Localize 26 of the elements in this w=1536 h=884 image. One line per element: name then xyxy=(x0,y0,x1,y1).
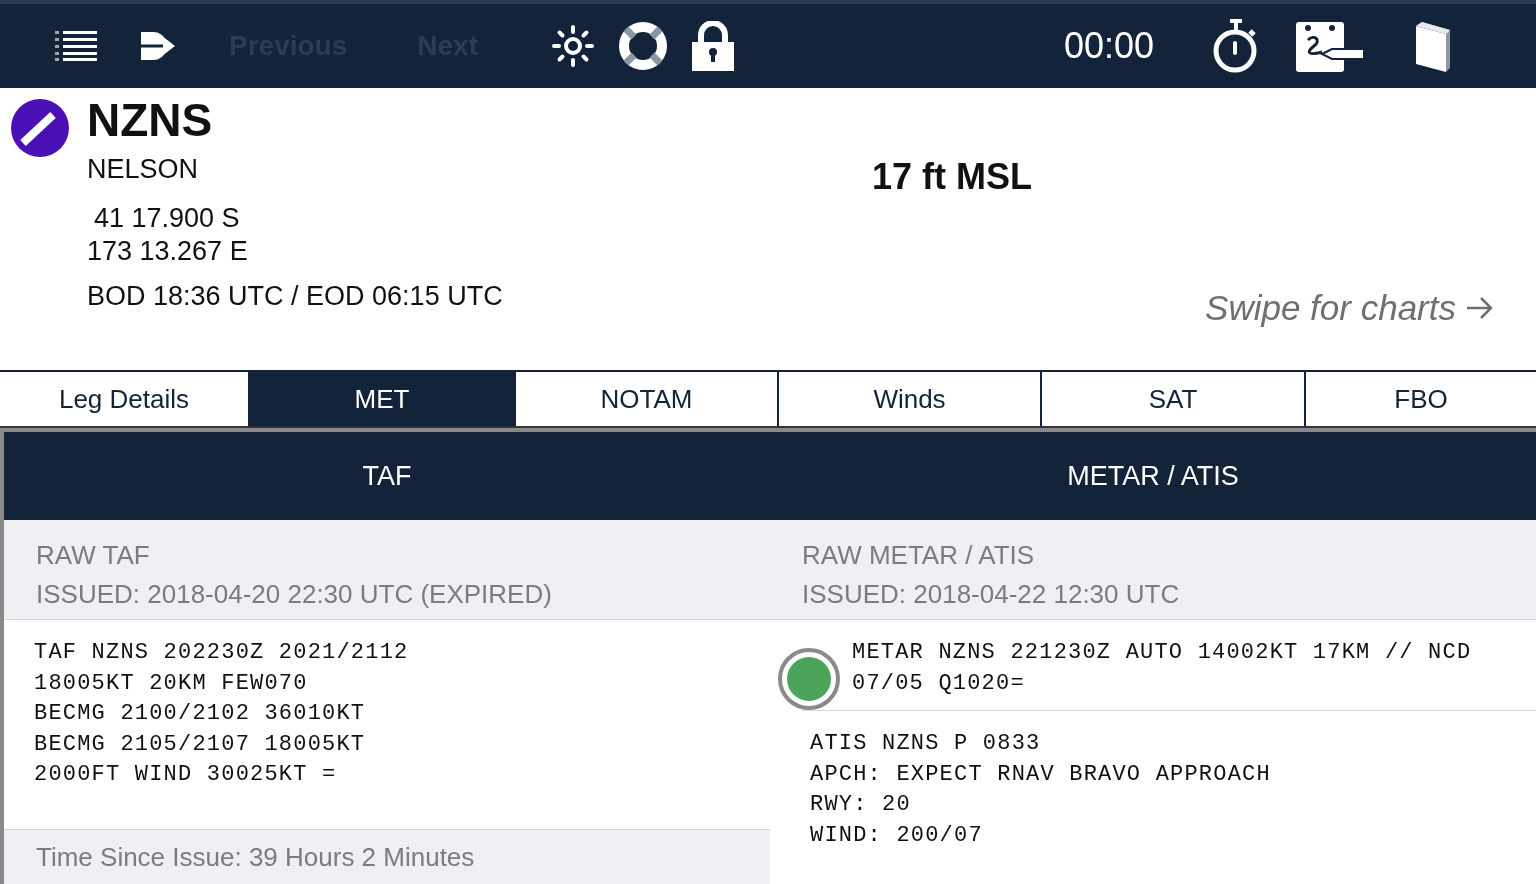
panel-header: TAF xyxy=(4,432,770,520)
list-icon[interactable] xyxy=(55,31,97,61)
report-type: RAW TAF xyxy=(36,540,151,571)
issued-time: ISSUED: 2018-04-22 12:30 UTC xyxy=(802,579,1181,610)
lock-icon[interactable] xyxy=(692,21,734,71)
time-since-issue: Time Since Issue: 39 Hours 2 Minutes xyxy=(4,829,770,884)
panel-header: METAR / ATIS xyxy=(770,432,1536,520)
longitude-text: 173 13.267 E xyxy=(87,236,249,267)
lifebuoy-icon[interactable] xyxy=(618,21,668,71)
brightness-icon[interactable] xyxy=(552,25,594,67)
elevation-text: 17 ft MSL xyxy=(872,156,1032,198)
latitude-text: 41 17.900 S xyxy=(94,203,241,234)
report-type: RAW METAR / ATIS xyxy=(802,540,1036,571)
airport-name: NELSON xyxy=(87,154,200,185)
airport-code: NZNS xyxy=(87,93,214,148)
daylight-times: BOD 18:36 UTC / EOD 06:15 UTC xyxy=(87,281,503,312)
right-arrow-icon xyxy=(1466,296,1494,320)
airport-status-icon xyxy=(11,99,69,157)
raw-report: ATIS NZNS P 0833 APCH: EXPECT RNAV BRAVO APPROACH RWY: 20 WIND: 200/07 xyxy=(810,730,1271,850)
tab[interactable]: MET xyxy=(250,372,516,426)
raw-report: METAR NZNS 221230Z AUTO 14002KT 17KM // NCD 07/05 Q1020= xyxy=(852,639,1472,698)
timer-text: 00:00 xyxy=(1063,25,1154,67)
issued-time: ISSUED: 2018-04-20 22:30 UTC (EXPIRED) xyxy=(36,579,553,610)
raw-report: TAF NZNS 202230Z 2021/2112 18005KT 20KM FEW070 BECMG 2100/2102 36010KT BECMG 2105/2107 18005KT 2000FT WIND 30025KT = xyxy=(34,639,409,789)
swipe-hint: Swipe for charts xyxy=(1205,288,1456,328)
notepad-icon[interactable] xyxy=(1296,20,1366,72)
